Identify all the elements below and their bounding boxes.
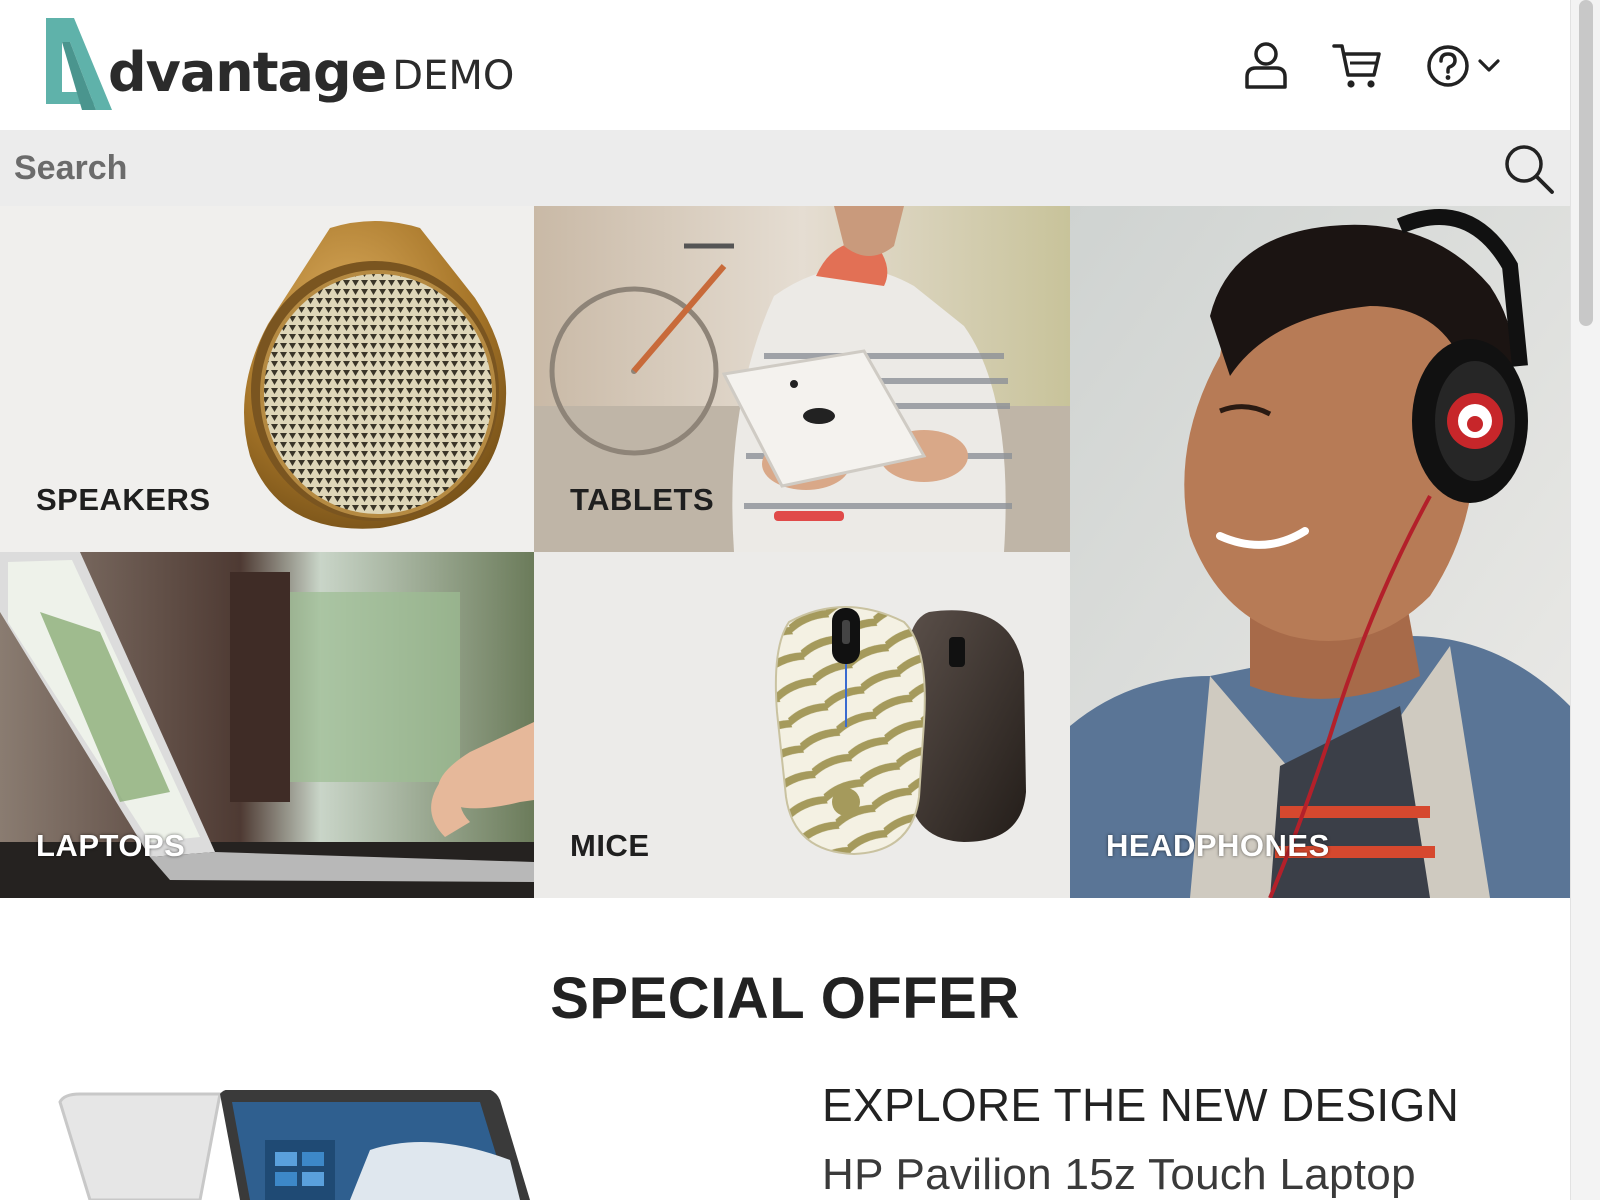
offer-laptop-image[interactable] [50,1090,530,1200]
scrollbar-thumb[interactable] [1579,0,1593,326]
category-label-speakers: SPEAKERS [36,482,211,517]
category-label-laptops: LAPTOPS [36,828,186,863]
special-offer-heading: SPECIAL OFFER [550,966,1020,1031]
offer-product-name[interactable]: HP Pavilion 15z Touch Laptop [822,1150,1416,1200]
search-icon [1505,145,1554,194]
search-button[interactable] [1502,142,1556,196]
category-grid: SPEAKERS TABLETS LAPTOPS MICE HEADPHONES [0,206,1570,898]
user-icon [1245,42,1287,89]
site-header: dvantage DEMO [0,0,1570,130]
category-label-mice: MICE [570,828,650,863]
cart-button[interactable] [1332,41,1382,91]
laptop-product-image [58,1090,530,1200]
brand-logo[interactable]: dvantage DEMO [46,18,514,110]
category-label-headphones: HEADPHONES [1106,828,1330,863]
user-button[interactable] [1244,41,1288,91]
cart-icon [1332,44,1381,88]
category-tile-laptops[interactable]: LAPTOPS [0,552,534,898]
category-label-tablets: TABLETS [570,482,715,517]
page-scrollbar[interactable] [1570,0,1600,1200]
brand-name: dvantage [108,41,387,104]
brand-suffix: DEMO [392,53,515,99]
help-icon [1427,45,1469,87]
category-tile-speakers[interactable]: SPEAKERS [0,206,534,552]
headphones-image [1070,206,1570,898]
search-input[interactable] [14,142,1434,194]
help-menu[interactable] [1426,44,1500,88]
category-tile-headphones[interactable]: HEADPHONES [1070,206,1570,898]
category-tile-mice[interactable]: MICE [534,552,1070,898]
chevron-down-icon [1478,59,1500,72]
category-tile-tablets[interactable]: TABLETS [534,206,1070,552]
search-bar [0,130,1570,206]
logo-mark-icon [46,18,112,110]
offer-subtitle: EXPLORE THE NEW DESIGN [822,1079,1460,1131]
header-actions [1244,38,1500,94]
